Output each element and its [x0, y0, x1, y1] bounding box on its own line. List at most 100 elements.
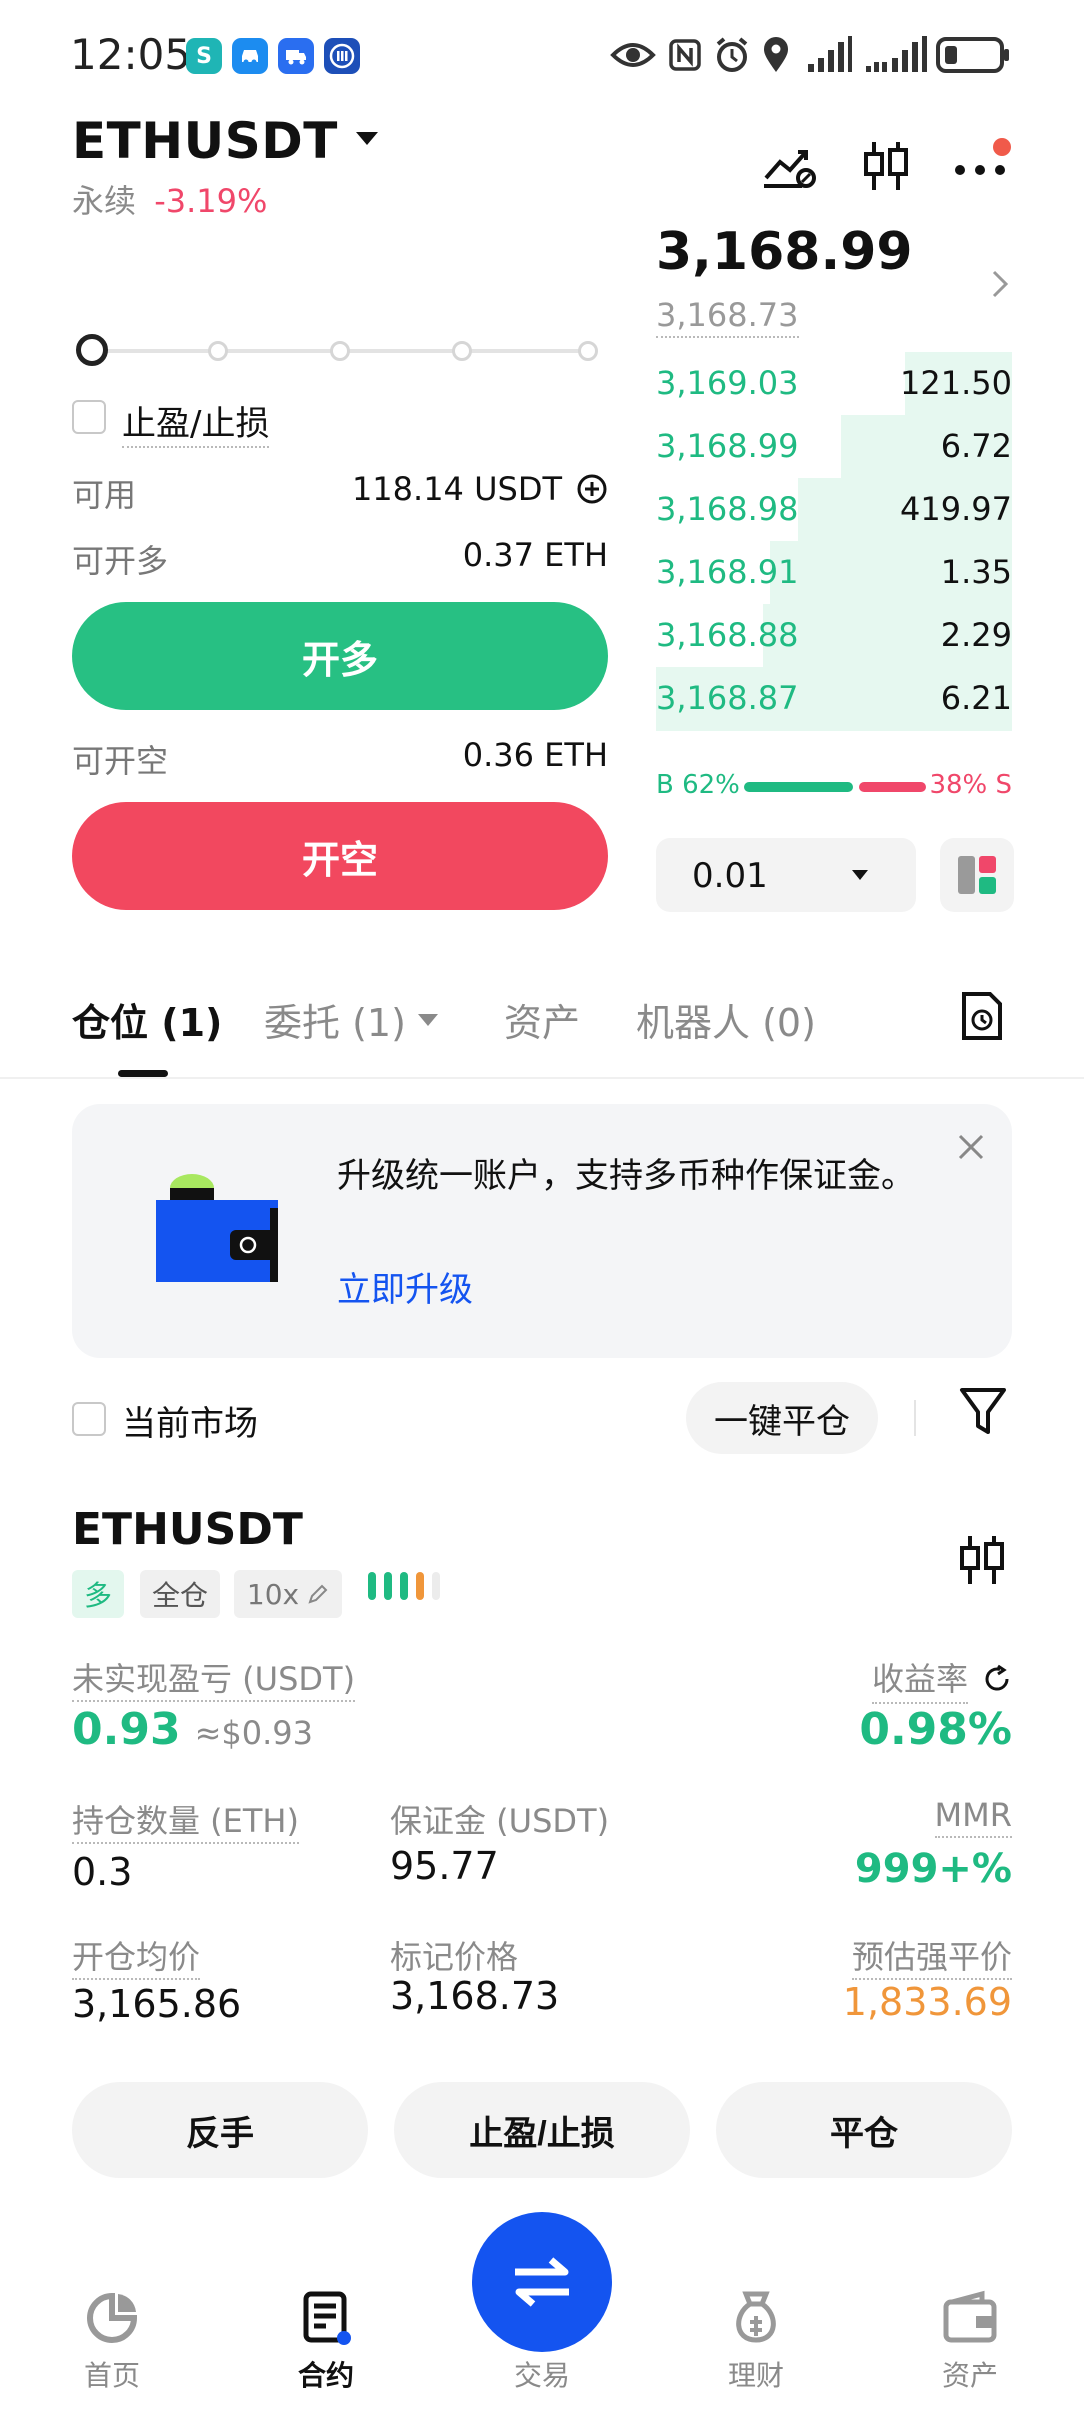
max-short-value: 0.36 ETH — [462, 736, 608, 774]
risk-level-icon — [366, 1570, 450, 1608]
nav-home[interactable]: 首页 — [32, 2290, 192, 2394]
open-short-button[interactable]: 开空 — [72, 802, 608, 910]
change-percent: -3.19% — [154, 182, 268, 220]
bid-price: 3,168.99 — [656, 427, 799, 465]
max-long-value: 0.37 ETH — [462, 536, 608, 574]
contract-subtitle: 永续 -3.19% — [72, 176, 267, 222]
margin-label: 保证金 (USDT) — [390, 1802, 610, 1840]
mark-price-value: 3,168.73 — [390, 1974, 560, 2018]
close-all-button[interactable]: 一键平仓 — [686, 1382, 878, 1454]
max-long-label: 可开多 — [72, 542, 169, 580]
leverage-slider-handle[interactable] — [76, 334, 108, 366]
leverage-tag[interactable]: 10x — [234, 1570, 342, 1618]
layout-toggle-icon[interactable] — [940, 838, 1014, 912]
max-short-label: 可开空 — [72, 742, 169, 780]
tab-bots[interactable]: 机器人 (0) — [636, 992, 816, 1047]
bank-app-icon — [324, 38, 360, 74]
position-qty-label-text: 持仓数量 (ETH) — [72, 1802, 299, 1844]
caret-down-icon — [417, 1013, 438, 1026]
order-book-row[interactable]: 3,169.03 121.50 — [656, 352, 1012, 416]
bid-price: 3,169.03 — [656, 364, 799, 402]
notification-dot — [993, 138, 1011, 156]
nav-assets[interactable]: 资产 — [890, 2290, 1050, 2394]
order-book-row[interactable]: 3,168.98 419.97 — [656, 478, 1012, 542]
mmr-value: 999+% — [854, 1846, 1012, 1892]
order-book-row[interactable]: 3,168.99 6.72 — [656, 415, 1012, 479]
bid-price: 3,168.87 — [656, 679, 799, 717]
history-icon[interactable] — [960, 990, 1004, 1046]
mmr-label: MMR — [840, 1796, 1012, 1838]
bid-price: 3,168.88 — [656, 616, 799, 654]
nav-home-label: 首页 — [83, 2359, 140, 2392]
separator — [914, 1400, 916, 1436]
reverse-button[interactable]: 反手 — [72, 2082, 368, 2178]
eye-icon — [610, 38, 656, 76]
wallet-icon — [890, 2290, 1050, 2346]
order-book-row[interactable]: 3,168.88 2.29 — [656, 604, 1012, 668]
nav-trade-label[interactable]: 交易 — [462, 2354, 622, 2394]
tab-assets[interactable]: 资产 — [504, 992, 580, 1047]
banner-text: 升级统一账户，支持多币种作保证金。 — [337, 1156, 915, 1196]
roe-label[interactable]: 收益率 — [800, 1654, 1012, 1704]
car-app-icon — [232, 38, 268, 74]
caret-down-icon — [355, 131, 378, 145]
chart-analysis-icon[interactable] — [762, 140, 818, 194]
bid-size: 6.72 — [940, 427, 1012, 465]
leverage-slider-tick[interactable] — [330, 341, 350, 361]
bid-price: 3,168.91 — [656, 553, 799, 591]
mark-price: 3,168.73 — [656, 296, 799, 338]
nav-contract[interactable]: 合约 — [246, 2290, 406, 2394]
unrealized-pnl-label: 未实现盈亏 (USDT) — [72, 1654, 356, 1702]
close-position-button[interactable]: 平仓 — [716, 2082, 1012, 2178]
bid-size: 419.97 — [900, 490, 1012, 528]
tp-sl-button[interactable]: 止盈/止损 — [394, 2082, 690, 2178]
order-book-row[interactable]: 3,168.91 1.35 — [656, 541, 1012, 605]
entry-price-label-text: 开仓均价 — [72, 1938, 201, 1980]
mark-price-label: 标记价格 — [390, 1938, 519, 1976]
tp-sl-label[interactable]: 止盈/止损 — [122, 396, 270, 448]
close-icon[interactable] — [956, 1132, 986, 1166]
alarm-icon — [714, 36, 750, 78]
leverage-slider-tick[interactable] — [578, 341, 598, 361]
symbol-selector[interactable]: ETHUSDT — [72, 112, 378, 170]
leverage-slider-tick[interactable] — [208, 341, 228, 361]
contract-icon — [246, 2290, 406, 2346]
open-long-button[interactable]: 开多 — [72, 602, 608, 710]
s-app-icon: S — [186, 38, 222, 74]
tab-positions[interactable]: 仓位 (1) — [72, 992, 222, 1047]
finance-icon — [676, 2290, 836, 2346]
tp-sl-checkbox[interactable] — [72, 400, 106, 434]
position-chart-icon[interactable] — [958, 1534, 1006, 1590]
upgrade-link[interactable]: 立即升级 — [337, 1262, 473, 1311]
position-symbol[interactable]: ETHUSDT — [72, 1504, 303, 1555]
signal-icon — [806, 36, 854, 78]
nav-finance[interactable]: 理财 — [676, 2290, 836, 2394]
add-funds-icon[interactable] — [576, 473, 608, 505]
order-book-row[interactable]: 3,168.87 6.21 — [656, 667, 1012, 731]
current-market-checkbox[interactable] — [72, 1402, 106, 1436]
last-price: 3,168.99 — [656, 222, 913, 282]
leverage-slider-tick[interactable] — [452, 341, 472, 361]
precision-select[interactable]: 0.01 — [656, 838, 916, 912]
buy-ratio-bar — [744, 782, 853, 792]
status-time: 12:05 — [70, 30, 192, 79]
swap-icon[interactable] — [472, 2212, 612, 2352]
nav-finance-label: 理财 — [727, 2359, 784, 2392]
bid-size: 6.21 — [940, 679, 1012, 717]
tab-orders[interactable]: 委托 (1) — [264, 992, 438, 1047]
entry-price-label: 开仓均价 — [72, 1932, 201, 1980]
entry-price-value: 3,165.86 — [72, 1982, 242, 2026]
chevron-right-icon[interactable] — [988, 266, 1012, 306]
active-tab-indicator — [118, 1070, 168, 1077]
tp-sl-text: 止盈/止损 — [122, 404, 270, 448]
available-row: 118.14 USDT — [300, 470, 608, 508]
nav-contract-label: 合约 — [297, 2359, 354, 2392]
candlestick-icon[interactable] — [862, 140, 910, 196]
filter-icon[interactable] — [958, 1386, 1008, 1442]
refresh-icon[interactable] — [982, 1664, 1012, 1694]
margin-mode-tag[interactable]: 全仓 — [140, 1570, 220, 1618]
current-market-label[interactable]: 当前市场 — [122, 1396, 258, 1445]
bid-size: 2.29 — [940, 616, 1012, 654]
roe-label-text: 收益率 — [871, 1654, 968, 1704]
mark-price-text: 3,168.73 — [656, 296, 799, 338]
